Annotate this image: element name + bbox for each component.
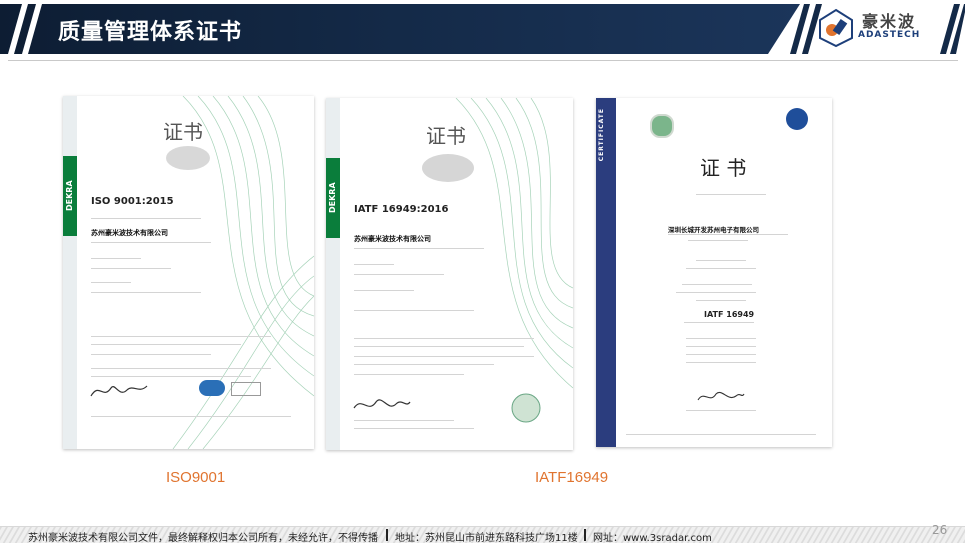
text-line (696, 300, 746, 301)
iaf-mark (199, 380, 225, 396)
text-line (354, 274, 444, 275)
text-line (91, 282, 131, 283)
certificate-iatf16949-tuv[interactable]: CERTIFICATE 证 书 深圳长城开发苏州电子有限公司 IATF 1694… (596, 98, 832, 447)
certificate-standard: ISO 9001:2015 (91, 196, 174, 207)
certificate-globe-icon (650, 114, 674, 138)
logo-icon (819, 8, 853, 48)
text-line (91, 218, 201, 219)
text-line (682, 284, 752, 285)
logo-chinese-name: 豪米波 (862, 12, 917, 31)
text-line (91, 268, 171, 269)
text-line (686, 410, 756, 411)
certificate-title: 证 书 (700, 156, 747, 180)
signature (353, 399, 411, 409)
text-line (354, 264, 394, 265)
text-line (686, 362, 756, 363)
page-number: 26 (932, 523, 948, 537)
text-line (91, 376, 251, 377)
text-line (696, 194, 766, 195)
certificate-title: 证书 (426, 124, 466, 148)
text-line (354, 428, 474, 429)
header-stripes-decoration (8, 4, 42, 54)
company-logo: 豪米波 ADASTECH (818, 6, 936, 50)
text-line (626, 434, 816, 435)
text-line (686, 354, 756, 355)
text-line (696, 260, 746, 261)
text-line (91, 368, 271, 369)
certificate-side-border: CERTIFICATE (596, 98, 616, 447)
text-line (686, 346, 756, 347)
dekra-brand-label: DEKRA (63, 156, 77, 236)
text-line (354, 364, 494, 365)
text-line (354, 248, 484, 249)
text-line (354, 346, 524, 347)
footer-separator (584, 529, 586, 541)
text-line (91, 258, 141, 259)
certificate-standard: IATF 16949 (704, 310, 755, 319)
text-line (354, 356, 534, 357)
text-line (354, 374, 464, 375)
certificate-iso9001[interactable]: DEKRA 证书 ISO 9001:2015 苏州豪米波技术有限公司 (63, 96, 314, 449)
text-line (354, 420, 454, 421)
text-line (354, 338, 534, 339)
text-line (668, 234, 788, 235)
caption-iso9001: ISO9001 (166, 469, 226, 486)
text-line (91, 336, 271, 337)
certificate-company: 苏州豪米波技术有限公司 (354, 235, 431, 243)
text-line (91, 416, 291, 417)
certificate-iatf16949-dekra[interactable]: DEKRA 证书 IATF 16949:2016 苏州豪米波技术有限公司 (326, 98, 573, 450)
text-line (91, 354, 211, 355)
slide-header: 质量管理体系证书 豪米波 ADASTECH (0, 0, 965, 61)
text-line (676, 292, 756, 293)
tuv-logo (786, 108, 808, 130)
text-line (354, 310, 474, 311)
text-line (688, 240, 748, 241)
dekra-side-band: DEKRA (326, 98, 340, 450)
caption-iatf16949: IATF16949 (535, 469, 609, 486)
header-divider (8, 60, 958, 61)
signature (697, 392, 745, 401)
dekra-brand-label: DEKRA (326, 158, 340, 238)
text-line (686, 338, 756, 339)
text-line (686, 268, 756, 269)
logo-english-name: ADASTECH (858, 30, 921, 40)
certificate-border-label: CERTIFICATE (598, 108, 605, 162)
certificate-company: 苏州豪米波技术有限公司 (91, 229, 168, 237)
certificate-standard: IATF 16949:2016 (354, 204, 449, 215)
text-line (684, 322, 754, 323)
dekra-side-band: DEKRA (63, 96, 77, 449)
certificate-company: 深圳长城开发苏州电子有限公司 (668, 226, 759, 234)
footer-separator (386, 529, 388, 541)
page-title: 质量管理体系证书 (58, 20, 243, 45)
certificate-title: 证书 (163, 120, 203, 144)
text-line (91, 242, 211, 243)
text-line (91, 344, 241, 345)
slide-footer: 苏州豪米波技术有限公司文件，最终解释权归本公司所有，未经允许，不得传播 地址：苏… (0, 526, 965, 544)
text-line (354, 290, 414, 291)
signature (90, 385, 148, 397)
text-line (91, 292, 201, 293)
dakks-mark (231, 382, 261, 396)
